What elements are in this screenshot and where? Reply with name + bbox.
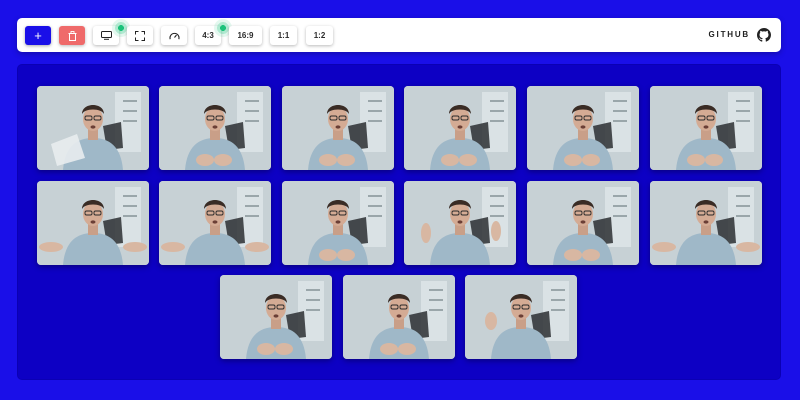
video-tile[interactable] [404, 86, 517, 170]
github-link[interactable]: GITHUB [709, 30, 750, 39]
video-frame [649, 180, 762, 265]
ratio-button-1-1[interactable]: 1:1 [270, 26, 297, 45]
video-frame [404, 86, 517, 170]
video-frame [36, 86, 149, 170]
ratio-label: 4:3 [202, 31, 214, 40]
video-frame [526, 86, 639, 170]
ratio-button-16-9[interactable]: 16:9 [229, 26, 262, 45]
video-tile[interactable] [342, 275, 455, 359]
add-video-button[interactable]: + [25, 26, 51, 45]
screen-share-button[interactable] [93, 26, 119, 45]
video-frame [404, 180, 517, 265]
video-tile[interactable] [36, 86, 149, 170]
video-tile[interactable] [281, 180, 394, 265]
video-tile[interactable] [159, 180, 272, 265]
fullscreen-button[interactable] [127, 26, 153, 45]
video-grid [17, 64, 781, 380]
ratio-label: 1:2 [313, 31, 326, 40]
video-tile[interactable] [526, 86, 639, 170]
ratio-button-1-2[interactable]: 1:2 [306, 26, 333, 45]
github-icon[interactable] [757, 28, 771, 42]
video-tile[interactable] [649, 86, 762, 170]
video-frame [281, 86, 394, 170]
video-tile[interactable] [219, 275, 332, 359]
plus-icon: + [34, 28, 42, 43]
ratio-button-4-3[interactable]: 4:3 [195, 26, 221, 45]
trash-icon [68, 30, 76, 41]
fullscreen-icon [135, 30, 145, 41]
toolbar: + 4:3 16:9 1:1 1:2 GITHUB [17, 18, 781, 52]
video-tile[interactable] [404, 180, 517, 265]
ratio-label: 16:9 [237, 31, 254, 40]
video-frame [36, 180, 149, 265]
speedometer-icon [168, 32, 180, 39]
video-tile[interactable] [526, 180, 639, 265]
video-frame [219, 275, 332, 359]
monitor-icon [100, 31, 112, 40]
delete-video-button[interactable] [59, 26, 85, 45]
video-frame [465, 275, 578, 359]
video-frame [649, 86, 762, 170]
video-frame [159, 180, 272, 265]
video-tile[interactable] [649, 180, 762, 265]
ratio-label: 1:1 [277, 31, 290, 40]
video-frame [281, 180, 394, 265]
video-tile[interactable] [281, 86, 394, 170]
speed-button[interactable] [161, 26, 187, 45]
video-tile[interactable] [36, 180, 149, 265]
video-tile[interactable] [159, 86, 272, 170]
video-frame [159, 86, 272, 170]
video-frame [526, 180, 639, 265]
video-tile[interactable] [465, 275, 578, 359]
video-frame [342, 275, 455, 359]
